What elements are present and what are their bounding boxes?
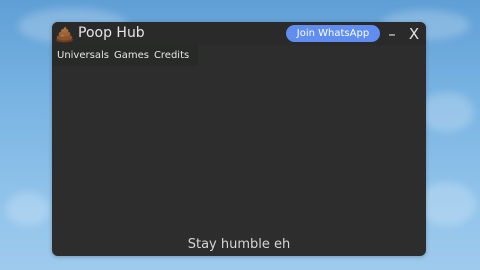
join-whatsapp-button[interactable]: Join WhatsApp — [286, 25, 380, 42]
footer-text: Stay humble eh — [187, 237, 291, 252]
background-cloud — [418, 182, 476, 226]
close-button[interactable]: X — [406, 23, 422, 45]
tab-universals[interactable]: Universals — [57, 45, 109, 66]
poop-hub-window: Poop Hub Join WhatsApp – X Universals Ga… — [52, 22, 426, 256]
background-cloud — [6, 192, 50, 226]
tab-games[interactable]: Games — [114, 45, 149, 66]
background-cloud — [420, 92, 474, 132]
tab-credits[interactable]: Credits — [154, 45, 189, 66]
window-title: Poop Hub — [78, 25, 145, 41]
tab-bar: Universals Games Credits — [52, 45, 198, 66]
poop-emoji-icon — [55, 26, 74, 43]
title-bar[interactable]: Poop Hub Join WhatsApp – X — [52, 22, 426, 45]
minimize-button[interactable]: – — [384, 23, 400, 45]
